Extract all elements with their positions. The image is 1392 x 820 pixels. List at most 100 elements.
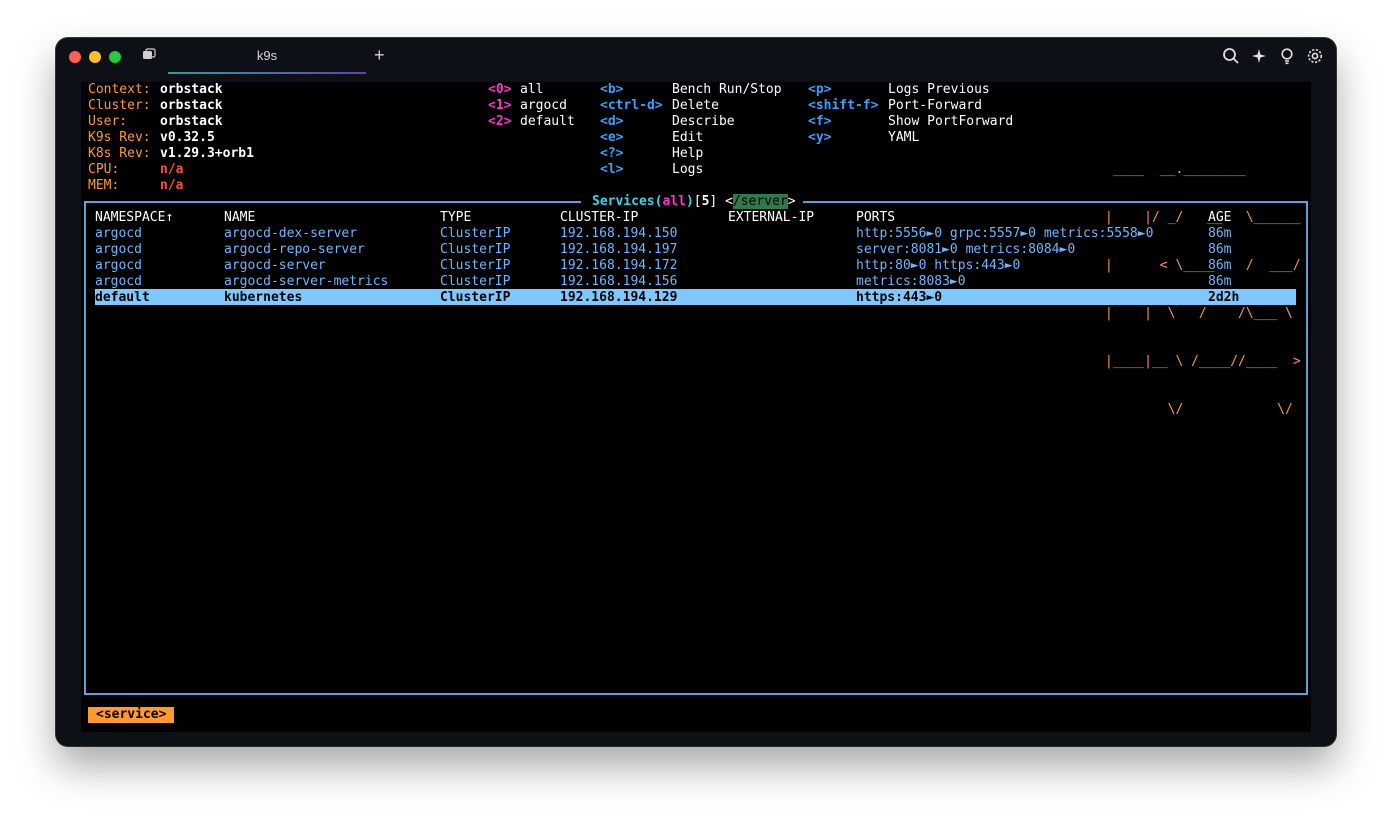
info-k8s-rev-label: K8s Rev: — [88, 146, 151, 161]
tab-k9s[interactable]: k9s — [168, 38, 366, 74]
tab-title: k9s — [256, 48, 278, 63]
table-row-namespace[interactable]: default — [95, 290, 150, 306]
table-row-ports[interactable]: http:5556►0 grpc:5557►0 metrics:5558►0 — [856, 226, 1153, 242]
column-header-cluster-ip[interactable]: CLUSTER-IP — [560, 210, 638, 226]
table-row-age[interactable]: 86m — [1208, 226, 1231, 242]
namespace-argocd[interactable]: argocd — [520, 98, 567, 114]
table-row-name[interactable]: argocd-dex-server — [224, 226, 357, 242]
column-header-type[interactable]: TYPE — [440, 210, 471, 226]
info-cpu-label: CPU: — [88, 162, 120, 177]
frame-top-left — [84, 201, 581, 203]
shortcut-key-logs-previous[interactable]: <p> — [808, 82, 831, 98]
table-title: Services(all)[5] </server> — [592, 194, 796, 209]
shortcut-key-logs[interactable]: <l> — [600, 162, 623, 178]
shortcut-logs[interactable]: Logs — [672, 162, 703, 178]
table-row-cluster-ip[interactable]: 192.168.194.156 — [560, 274, 677, 290]
table-row-age[interactable]: 2d2h — [1208, 290, 1239, 306]
table-row-namespace[interactable]: argocd — [95, 226, 142, 242]
search-icon[interactable] — [1222, 47, 1240, 65]
title-bar: k9s + — [56, 38, 1336, 74]
shortcut-key-help[interactable]: <?> — [600, 146, 623, 162]
shortcut-yaml[interactable]: YAML — [888, 130, 919, 146]
shortcut-bench[interactable]: Bench Run/Stop — [672, 82, 782, 98]
info-context-value: orbstack — [160, 82, 223, 97]
table-row-name[interactable]: argocd-server — [224, 258, 326, 274]
close-window-button[interactable] — [69, 51, 81, 63]
frame-top-right — [803, 201, 1306, 203]
maximize-window-button[interactable] — [109, 51, 121, 63]
info-k9s-rev-label: K9s Rev: — [88, 130, 151, 145]
table-row-namespace[interactable]: argocd — [95, 242, 142, 258]
info-k9s-rev-value: v0.32.5 — [160, 130, 215, 145]
info-mem-value: n/a — [160, 178, 184, 193]
namespace-all[interactable]: all — [520, 82, 543, 98]
namespace-key-2[interactable]: <2> — [488, 114, 511, 130]
shortcut-key-show-portforward[interactable]: <f> — [808, 114, 831, 130]
column-header-ports[interactable]: PORTS — [856, 210, 895, 226]
info-context: Context: — [88, 82, 151, 97]
shortcut-key-edit[interactable]: <e> — [600, 130, 623, 146]
lightbulb-icon[interactable] — [1278, 47, 1296, 65]
info-user-label: User: — [88, 114, 128, 129]
table-row-cluster-ip[interactable]: 192.168.194.172 — [560, 258, 677, 274]
terminal-content[interactable]: Context: orbstack Cluster: orbstack User… — [81, 82, 1311, 732]
shortcut-key-yaml[interactable]: <y> — [808, 130, 831, 146]
table-row-age[interactable]: 86m — [1208, 242, 1231, 258]
table-row-cluster-ip[interactable]: 192.168.194.150 — [560, 226, 677, 242]
column-header-namespace[interactable]: NAMESPACE↑ — [95, 210, 173, 226]
table-row-ports[interactable]: https:443►0 — [856, 290, 942, 306]
table-row-age[interactable]: 86m — [1208, 274, 1231, 290]
table-row-ports[interactable]: metrics:8083►0 — [856, 274, 966, 290]
title-resource: Services — [592, 194, 655, 209]
table-row-ports[interactable]: server:8081►0 metrics:8084►0 — [856, 242, 1075, 258]
shortcut-key-delete[interactable]: <ctrl-d> — [600, 98, 663, 114]
shortcut-key-describe[interactable]: <d> — [600, 114, 623, 130]
shortcut-edit[interactable]: Edit — [672, 130, 703, 146]
shortcut-describe[interactable]: Describe — [672, 114, 735, 130]
new-tab-button[interactable]: + — [374, 45, 385, 66]
info-user-value: orbstack — [160, 114, 223, 129]
info-k8s-rev-value: v1.29.3+orb1 — [160, 146, 254, 161]
minimize-window-button[interactable] — [89, 51, 101, 63]
shortcut-port-forward[interactable]: Port-Forward — [888, 98, 982, 114]
settings-gear-icon[interactable] — [1306, 47, 1324, 65]
shortcut-delete[interactable]: Delete — [672, 98, 719, 114]
info-cpu-value: n/a — [160, 162, 184, 177]
info-mem-label: MEM: — [88, 178, 120, 193]
column-header-external-ip[interactable]: EXTERNAL-IP — [728, 210, 814, 226]
active-tab-indicator — [168, 72, 366, 74]
resource-breadcrumb[interactable]: <service> — [88, 707, 175, 723]
namespace-key-0[interactable]: <0> — [488, 82, 511, 98]
shortcut-show-portforward[interactable]: Show PortForward — [888, 114, 1013, 130]
terminal-window: k9s + Context: orbstack Cluster: orbstac… — [56, 38, 1336, 746]
table-row-type[interactable]: ClusterIP — [440, 258, 510, 274]
table-row-type[interactable]: ClusterIP — [440, 274, 510, 290]
ai-sparkle-icon[interactable] — [1250, 47, 1268, 65]
namespace-default[interactable]: default — [520, 114, 575, 130]
table-row-name[interactable]: argocd-repo-server — [224, 242, 365, 258]
info-cluster-value: orbstack — [160, 98, 223, 113]
table-row-name[interactable]: argocd-server-metrics — [224, 274, 388, 290]
table-row-cluster-ip[interactable]: 192.168.194.129 — [560, 290, 677, 306]
title-filter[interactable]: /server — [732, 194, 788, 209]
column-header-name[interactable]: NAME — [224, 210, 255, 226]
shortcut-key-bench[interactable]: <b> — [600, 82, 623, 98]
shortcut-help[interactable]: Help — [672, 146, 703, 162]
table-row-cluster-ip[interactable]: 192.168.194.197 — [560, 242, 677, 258]
namespace-key-1[interactable]: <1> — [488, 98, 511, 114]
table-row-type[interactable]: ClusterIP — [440, 226, 510, 242]
title-namespace: all — [662, 194, 686, 209]
table-row-age[interactable]: 86m — [1208, 258, 1231, 274]
sidebar-toggle-icon[interactable] — [142, 48, 156, 62]
info-cluster-label: Cluster: — [88, 98, 151, 113]
table-row-namespace[interactable]: argocd — [95, 274, 142, 290]
column-header-age[interactable]: AGE — [1208, 210, 1231, 226]
table-row-type[interactable]: ClusterIP — [440, 290, 510, 306]
logo-line: ____ __.________ — [1105, 162, 1301, 177]
table-row-name[interactable]: kubernetes — [224, 290, 302, 306]
shortcut-logs-previous[interactable]: Logs Previous — [888, 82, 990, 98]
table-row-type[interactable]: ClusterIP — [440, 242, 510, 258]
table-row-namespace[interactable]: argocd — [95, 258, 142, 274]
shortcut-key-port-forward[interactable]: <shift-f> — [808, 98, 878, 114]
table-row-ports[interactable]: http:80►0 https:443►0 — [856, 258, 1020, 274]
